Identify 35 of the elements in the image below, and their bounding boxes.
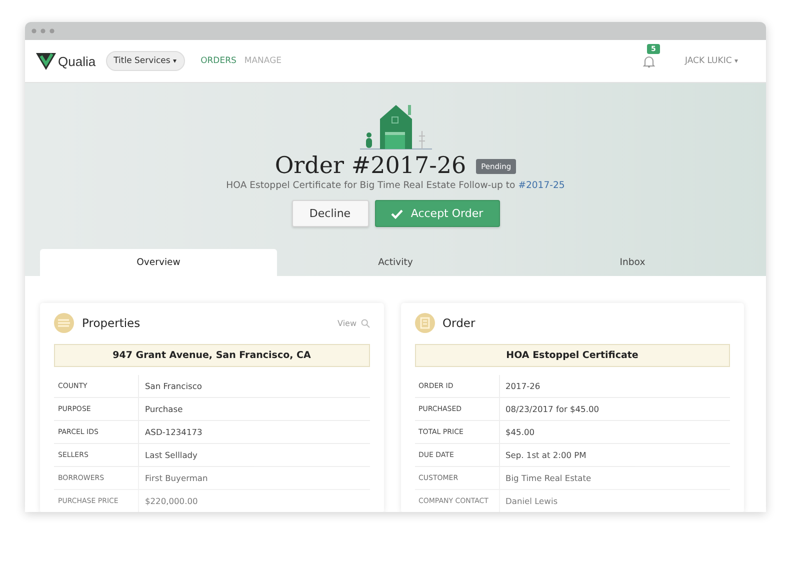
card-title: Properties: [82, 316, 140, 330]
nav-link[interactable]: MANAGE: [244, 56, 282, 66]
card-banner: 947 Grant Avenue, San Francisco, CA: [54, 344, 370, 367]
field-value: San Francisco: [144, 381, 202, 391]
field-value: Sep. 1st at 2:00 PM: [504, 450, 586, 460]
order-link[interactable]: #2017-25: [518, 180, 565, 191]
field-value: Purchase: [144, 404, 183, 414]
search-icon: [360, 318, 370, 328]
field-value: 2017-26: [504, 381, 540, 391]
logo-icon: [36, 52, 56, 70]
field-value: Last Selllady: [144, 450, 198, 460]
tab[interactable]: Activity: [277, 249, 514, 276]
order-icon: [414, 313, 434, 333]
order-title: Order #2017-26: [274, 153, 466, 179]
order-subtitle: HOA Estoppel Certificate for Big Time Real Estate Follow-up to #2017-25: [226, 180, 565, 191]
window-dots-icon: [31, 28, 57, 34]
field-value: First Buyerman: [144, 473, 208, 483]
view-link[interactable]: View: [338, 318, 370, 328]
accept-button[interactable]: Accept Order: [374, 200, 500, 227]
field-value: $220,000.00: [144, 496, 198, 506]
bell-icon[interactable]: [642, 54, 655, 68]
field-value: 08/23/2017 for $45.00: [504, 404, 600, 414]
field-value: $45.00: [504, 427, 535, 437]
card-title: Order: [442, 316, 476, 330]
nav-link[interactable]: ORDERS: [200, 56, 236, 66]
field-value: Daniel Lewis: [504, 496, 558, 506]
field-value: Big Time Real Estate: [504, 473, 592, 483]
tab[interactable]: Overview: [40, 249, 277, 276]
field-value: ASD-1234173: [144, 427, 202, 437]
decline-button[interactable]: Decline: [292, 200, 368, 227]
document-icon: [54, 313, 74, 333]
check-icon: [390, 208, 403, 218]
card-banner: HOA Estoppel Certificate: [414, 344, 730, 367]
tab[interactable]: Inbox: [514, 249, 751, 276]
brand-name: Qualia: [58, 54, 96, 68]
